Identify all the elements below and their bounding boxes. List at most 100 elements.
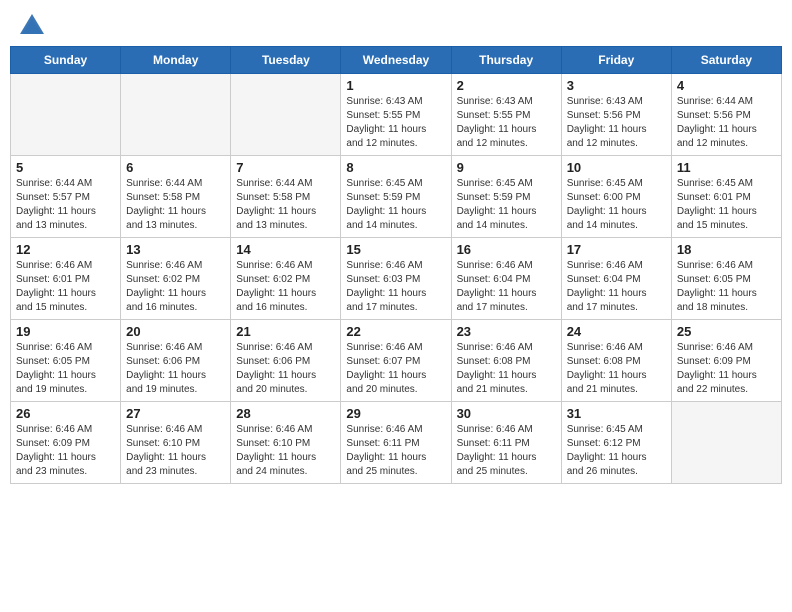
day-number: 21	[236, 324, 335, 339]
day-info: Sunrise: 6:43 AMSunset: 5:55 PMDaylight:…	[346, 95, 445, 151]
day-header-tuesday: Tuesday	[231, 47, 341, 74]
day-info: Sunrise: 6:45 AMSunset: 5:59 PMDaylight:…	[457, 177, 556, 233]
day-number: 5	[16, 160, 115, 175]
calendar-cell: 13 Sunrise: 6:46 AMSunset: 6:02 PMDayligh…	[121, 238, 231, 320]
day-info: Sunrise: 6:46 AMSunset: 6:11 PMDaylight:…	[457, 423, 556, 479]
calendar-cell: 1 Sunrise: 6:43 AMSunset: 5:55 PMDaylight…	[341, 74, 451, 156]
day-info: Sunrise: 6:45 AMSunset: 6:12 PMDaylight:…	[567, 423, 666, 479]
day-number: 20	[126, 324, 225, 339]
calendar-week-0: 1 Sunrise: 6:43 AMSunset: 5:55 PMDaylight…	[11, 74, 782, 156]
day-header-saturday: Saturday	[671, 47, 781, 74]
day-number: 11	[677, 160, 776, 175]
calendar-cell: 16 Sunrise: 6:46 AMSunset: 6:04 PMDayligh…	[451, 238, 561, 320]
day-number: 27	[126, 406, 225, 421]
day-info: Sunrise: 6:45 AMSunset: 6:01 PMDaylight:…	[677, 177, 776, 233]
day-number: 7	[236, 160, 335, 175]
calendar-cell: 14 Sunrise: 6:46 AMSunset: 6:02 PMDayligh…	[231, 238, 341, 320]
day-header-friday: Friday	[561, 47, 671, 74]
calendar-cell: 6 Sunrise: 6:44 AMSunset: 5:58 PMDaylight…	[121, 156, 231, 238]
day-info: Sunrise: 6:46 AMSunset: 6:04 PMDaylight:…	[567, 259, 666, 315]
page: SundayMondayTuesdayWednesdayThursdayFrid…	[0, 0, 792, 612]
day-number: 18	[677, 242, 776, 257]
day-number: 15	[346, 242, 445, 257]
day-info: Sunrise: 6:45 AMSunset: 6:00 PMDaylight:…	[567, 177, 666, 233]
calendar-cell	[231, 74, 341, 156]
calendar-week-4: 26 Sunrise: 6:46 AMSunset: 6:09 PMDayligh…	[11, 402, 782, 484]
day-info: Sunrise: 6:43 AMSunset: 5:55 PMDaylight:…	[457, 95, 556, 151]
day-info: Sunrise: 6:46 AMSunset: 6:06 PMDaylight:…	[126, 341, 225, 397]
day-header-sunday: Sunday	[11, 47, 121, 74]
calendar-cell: 28Sunrise: 6:46 AMSunset: 6:10 PMDayligh…	[231, 402, 341, 484]
calendar-cell: 17 Sunrise: 6:46 AMSunset: 6:04 PMDayligh…	[561, 238, 671, 320]
day-number: 4	[677, 78, 776, 93]
calendar-cell: 26 Sunrise: 6:46 AMSunset: 6:09 PMDayligh…	[11, 402, 121, 484]
day-number: 3	[567, 78, 666, 93]
day-number: 13	[126, 242, 225, 257]
day-info: Sunrise: 6:46 AMSunset: 6:05 PMDaylight:…	[16, 341, 115, 397]
day-info: Sunrise: 6:46 AMSunset: 6:02 PMDaylight:…	[126, 259, 225, 315]
day-number: 25	[677, 324, 776, 339]
day-number: 6	[126, 160, 225, 175]
calendar-cell: 15Sunrise: 6:46 AMSunset: 6:03 PMDayligh…	[341, 238, 451, 320]
calendar-cell: 18 Sunrise: 6:46 AMSunset: 6:05 PMDayligh…	[671, 238, 781, 320]
day-number: 24	[567, 324, 666, 339]
day-info: Sunrise: 6:46 AMSunset: 6:05 PMDaylight:…	[677, 259, 776, 315]
calendar-cell: 31Sunrise: 6:45 AMSunset: 6:12 PMDayligh…	[561, 402, 671, 484]
calendar-cell: 4 Sunrise: 6:44 AMSunset: 5:56 PMDaylight…	[671, 74, 781, 156]
day-number: 2	[457, 78, 556, 93]
day-number: 16	[457, 242, 556, 257]
calendar-cell	[11, 74, 121, 156]
day-number: 30	[457, 406, 556, 421]
day-number: 10	[567, 160, 666, 175]
day-info: Sunrise: 6:43 AMSunset: 5:56 PMDaylight:…	[567, 95, 666, 151]
calendar-cell	[671, 402, 781, 484]
calendar-cell	[121, 74, 231, 156]
day-info: Sunrise: 6:44 AMSunset: 5:57 PMDaylight:…	[16, 177, 115, 233]
day-info: Sunrise: 6:46 AMSunset: 6:10 PMDaylight:…	[236, 423, 335, 479]
day-info: Sunrise: 6:46 AMSunset: 6:11 PMDaylight:…	[346, 423, 445, 479]
day-number: 1	[346, 78, 445, 93]
day-number: 29	[346, 406, 445, 421]
day-header-monday: Monday	[121, 47, 231, 74]
calendar-cell: 3 Sunrise: 6:43 AMSunset: 5:56 PMDaylight…	[561, 74, 671, 156]
calendar-cell: 5 Sunrise: 6:44 AMSunset: 5:57 PMDaylight…	[11, 156, 121, 238]
calendar-cell: 9 Sunrise: 6:45 AMSunset: 5:59 PMDaylight…	[451, 156, 561, 238]
day-info: Sunrise: 6:46 AMSunset: 6:07 PMDaylight:…	[346, 341, 445, 397]
day-number: 26	[16, 406, 115, 421]
calendar-cell: 19Sunrise: 6:46 AMSunset: 6:05 PMDayligh…	[11, 320, 121, 402]
calendar-cell: 30 Sunrise: 6:46 AMSunset: 6:11 PMDayligh…	[451, 402, 561, 484]
calendar-cell: 8 Sunrise: 6:45 AMSunset: 5:59 PMDaylight…	[341, 156, 451, 238]
day-info: Sunrise: 6:46 AMSunset: 6:02 PMDaylight:…	[236, 259, 335, 315]
day-info: Sunrise: 6:44 AMSunset: 5:56 PMDaylight:…	[677, 95, 776, 151]
calendar-cell: 24Sunrise: 6:46 AMSunset: 6:08 PMDayligh…	[561, 320, 671, 402]
header	[0, 0, 792, 46]
day-info: Sunrise: 6:46 AMSunset: 6:09 PMDaylight:…	[16, 423, 115, 479]
day-number: 8	[346, 160, 445, 175]
day-number: 17	[567, 242, 666, 257]
day-info: Sunrise: 6:46 AMSunset: 6:08 PMDaylight:…	[457, 341, 556, 397]
calendar-cell: 2 Sunrise: 6:43 AMSunset: 5:55 PMDaylight…	[451, 74, 561, 156]
calendar-cell: 25 Sunrise: 6:46 AMSunset: 6:09 PMDayligh…	[671, 320, 781, 402]
day-info: Sunrise: 6:44 AMSunset: 5:58 PMDaylight:…	[236, 177, 335, 233]
day-number: 22	[346, 324, 445, 339]
calendar-cell: 20 Sunrise: 6:46 AMSunset: 6:06 PMDayligh…	[121, 320, 231, 402]
day-info: Sunrise: 6:46 AMSunset: 6:09 PMDaylight:…	[677, 341, 776, 397]
day-number: 9	[457, 160, 556, 175]
calendar-cell: 11 Sunrise: 6:45 AMSunset: 6:01 PMDayligh…	[671, 156, 781, 238]
day-number: 14	[236, 242, 335, 257]
calendar-table: SundayMondayTuesdayWednesdayThursdayFrid…	[10, 46, 782, 484]
calendar-cell: 27Sunrise: 6:46 AMSunset: 6:10 PMDayligh…	[121, 402, 231, 484]
logo-icon	[18, 12, 46, 40]
day-info: Sunrise: 6:46 AMSunset: 6:06 PMDaylight:…	[236, 341, 335, 397]
calendar-cell: 21 Sunrise: 6:46 AMSunset: 6:06 PMDayligh…	[231, 320, 341, 402]
calendar-cell: 29 Sunrise: 6:46 AMSunset: 6:11 PMDayligh…	[341, 402, 451, 484]
day-info: Sunrise: 6:45 AMSunset: 5:59 PMDaylight:…	[346, 177, 445, 233]
day-info: Sunrise: 6:46 AMSunset: 6:04 PMDaylight:…	[457, 259, 556, 315]
calendar-week-2: 12Sunrise: 6:46 AMSunset: 6:01 PMDayligh…	[11, 238, 782, 320]
day-number: 23	[457, 324, 556, 339]
day-number: 12	[16, 242, 115, 257]
calendar-cell: 12Sunrise: 6:46 AMSunset: 6:01 PMDayligh…	[11, 238, 121, 320]
day-header-wednesday: Wednesday	[341, 47, 451, 74]
day-info: Sunrise: 6:44 AMSunset: 5:58 PMDaylight:…	[126, 177, 225, 233]
calendar-week-1: 5 Sunrise: 6:44 AMSunset: 5:57 PMDaylight…	[11, 156, 782, 238]
